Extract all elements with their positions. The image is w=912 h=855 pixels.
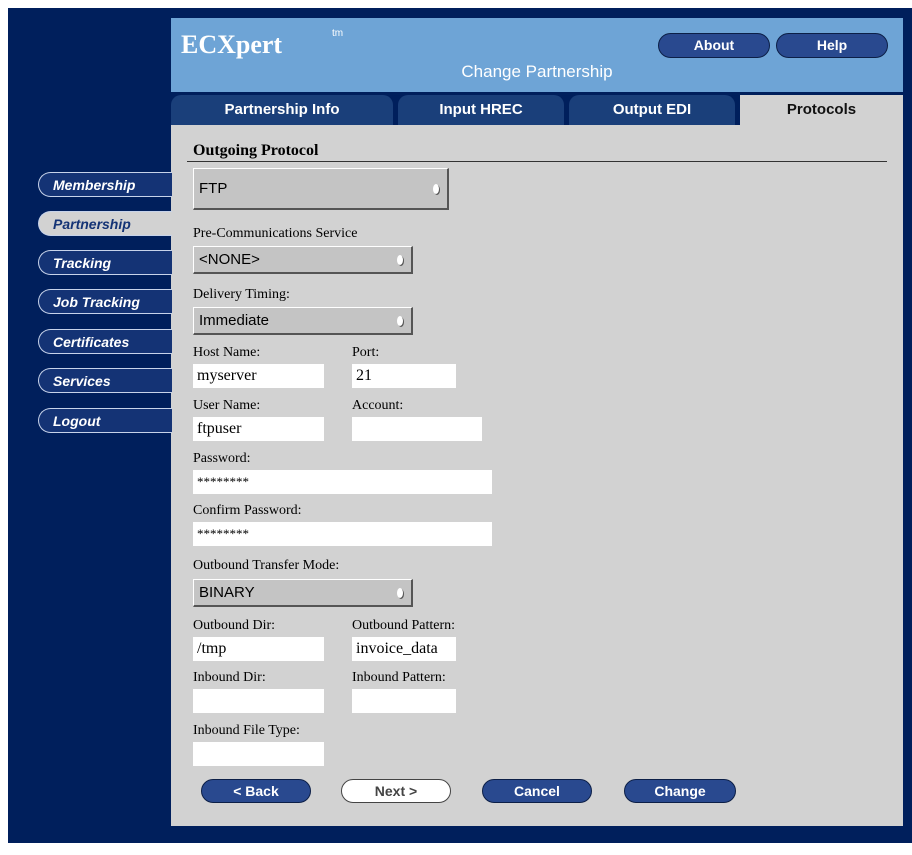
page-title: Change Partnership [461, 62, 613, 81]
user-label: User Name: [193, 398, 261, 413]
host-label: Host Name: [193, 345, 261, 360]
inbound-pattern-input[interactable] [352, 689, 456, 713]
tab-protocols[interactable]: Protocols [740, 95, 903, 125]
transfer-mode-select[interactable]: BINARY [193, 579, 413, 607]
nav-services[interactable]: Services [38, 368, 172, 393]
transfer-mode-select-value: BINARY [199, 584, 255, 601]
outbound-dir-label: Outbound Dir: [193, 618, 276, 633]
outbound-dir-input[interactable] [193, 637, 324, 661]
confirm-password-label: Confirm Password: [193, 503, 302, 518]
change-button[interactable]: Change [624, 779, 736, 803]
dropdown-knob-icon [397, 315, 403, 326]
nav-partnership[interactable]: Partnership [38, 211, 172, 236]
app-logo: ECXpert [181, 30, 283, 59]
next-button[interactable]: Next > [341, 779, 451, 803]
dropdown-knob-icon [433, 183, 439, 194]
host-input[interactable] [193, 364, 324, 388]
inbound-pattern-label: Inbound Pattern: [352, 670, 446, 685]
nav-tracking[interactable]: Tracking [38, 250, 172, 275]
pre-comm-select[interactable]: <NONE> [193, 246, 413, 274]
password-label: Password: [193, 451, 251, 466]
tab-output-edi[interactable]: Output EDI [569, 95, 735, 125]
inbound-file-type-label: Inbound File Type: [193, 723, 300, 738]
help-button[interactable]: Help [776, 33, 888, 58]
confirm-password-input[interactable] [193, 522, 492, 546]
nav-certificates[interactable]: Certificates [38, 329, 172, 354]
pre-comm-label: Pre-Communications Service [193, 226, 358, 241]
port-label: Port: [352, 345, 380, 360]
trademark-mark: tm [332, 28, 344, 39]
cancel-button[interactable]: Cancel [482, 779, 592, 803]
delivery-label: Delivery Timing: [193, 287, 290, 302]
outbound-pattern-input[interactable] [352, 637, 456, 661]
inbound-file-type-input[interactable] [193, 742, 324, 766]
transfer-mode-label: Outbound Transfer Mode: [193, 558, 340, 573]
password-input[interactable] [193, 470, 492, 494]
section-divider [187, 161, 887, 162]
account-input[interactable] [352, 417, 482, 441]
port-input[interactable] [352, 364, 456, 388]
nav-logout[interactable]: Logout [38, 408, 172, 433]
dropdown-knob-icon [397, 587, 403, 598]
pre-comm-select-value: <NONE> [199, 251, 260, 268]
about-button[interactable]: About [658, 33, 770, 58]
inbound-dir-input[interactable] [193, 689, 324, 713]
back-button[interactable]: < Back [201, 779, 311, 803]
protocol-select-value: FTP [199, 180, 228, 197]
tab-input-hrec[interactable]: Input HREC [398, 95, 564, 125]
account-label: Account: [352, 398, 404, 413]
delivery-select[interactable]: Immediate [193, 307, 413, 335]
nav-job-tracking[interactable]: Job Tracking [38, 289, 172, 314]
tab-partnership-info[interactable]: Partnership Info [171, 95, 393, 125]
delivery-select-value: Immediate [199, 312, 270, 329]
protocol-select[interactable]: FTP [193, 168, 449, 210]
inbound-dir-label: Inbound Dir: [193, 670, 266, 685]
user-input[interactable] [193, 417, 324, 441]
section-heading: Outgoing Protocol [193, 142, 319, 159]
outbound-pattern-label: Outbound Pattern: [352, 618, 456, 633]
dropdown-knob-icon [397, 254, 403, 265]
nav-membership[interactable]: Membership [38, 172, 172, 197]
